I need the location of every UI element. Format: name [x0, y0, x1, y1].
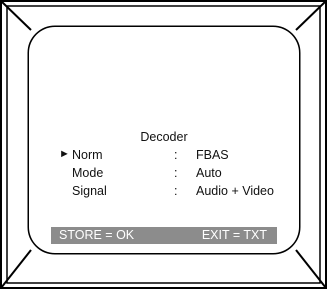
menu-row-value: Audio + Video [196, 184, 274, 198]
menu-title: Decoder [140, 130, 188, 144]
menu-row-label: Mode [72, 166, 104, 180]
menu-row-value: Auto [196, 166, 222, 180]
store-hint: STORE = OK [59, 228, 135, 242]
exit-hint: EXIT = TXT [201, 228, 267, 242]
menu-row-mode[interactable]: Mode : Auto [29, 166, 299, 182]
menu-row-separator: : [174, 148, 178, 162]
status-bar: STORE = OK EXIT = TXT [51, 227, 277, 244]
menu-row-signal[interactable]: Signal : Audio + Video [29, 184, 299, 200]
menu-row-label: Signal [72, 184, 107, 198]
menu-row-label: Norm [72, 148, 103, 162]
selection-cursor-icon: ► [59, 148, 70, 160]
tv-screen: Decoder ► Norm : FBAS Mode : Auto Signal… [29, 27, 299, 253]
menu-row-separator: : [174, 166, 178, 180]
menu-row-separator: : [174, 184, 178, 198]
menu-row-value: FBAS [196, 148, 229, 162]
menu-row-norm[interactable]: ► Norm : FBAS [29, 148, 299, 164]
